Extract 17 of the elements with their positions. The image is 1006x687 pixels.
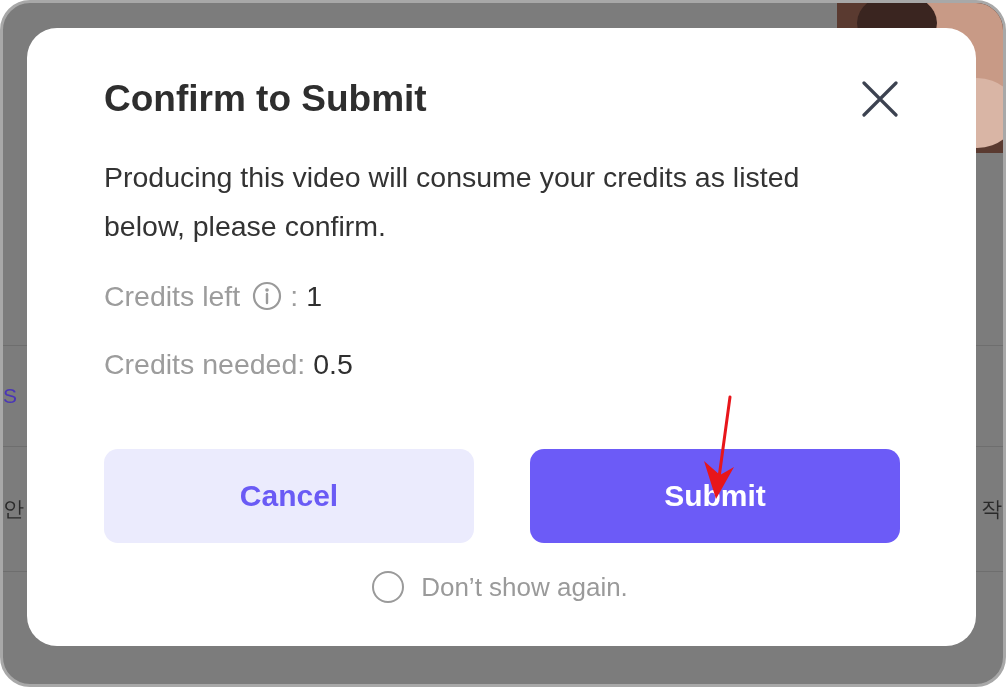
dialog-title: Confirm to Submit xyxy=(104,78,427,120)
info-icon[interactable] xyxy=(252,281,283,311)
submit-button[interactable]: Submit xyxy=(530,449,900,543)
separator: : xyxy=(290,279,299,313)
credit-label: Credits left xyxy=(104,279,241,313)
close-button[interactable] xyxy=(862,81,898,117)
cancel-button[interactable]: Cancel xyxy=(104,449,474,543)
background-text: 작 xyxy=(981,496,1002,522)
close-icon xyxy=(862,81,898,117)
credit-value: 0.5 xyxy=(313,347,353,381)
background-link[interactable]: S xyxy=(3,384,17,408)
credit-label: Credits needed: xyxy=(104,347,306,381)
dont-show-label: Don’t show again. xyxy=(421,571,628,603)
credit-value: 1 xyxy=(306,279,322,313)
dialog-message: Producing this video will consume your credits as listed below, please confirm. xyxy=(104,160,801,244)
radio-button[interactable] xyxy=(372,571,405,603)
background-text: 안 xyxy=(3,496,24,522)
